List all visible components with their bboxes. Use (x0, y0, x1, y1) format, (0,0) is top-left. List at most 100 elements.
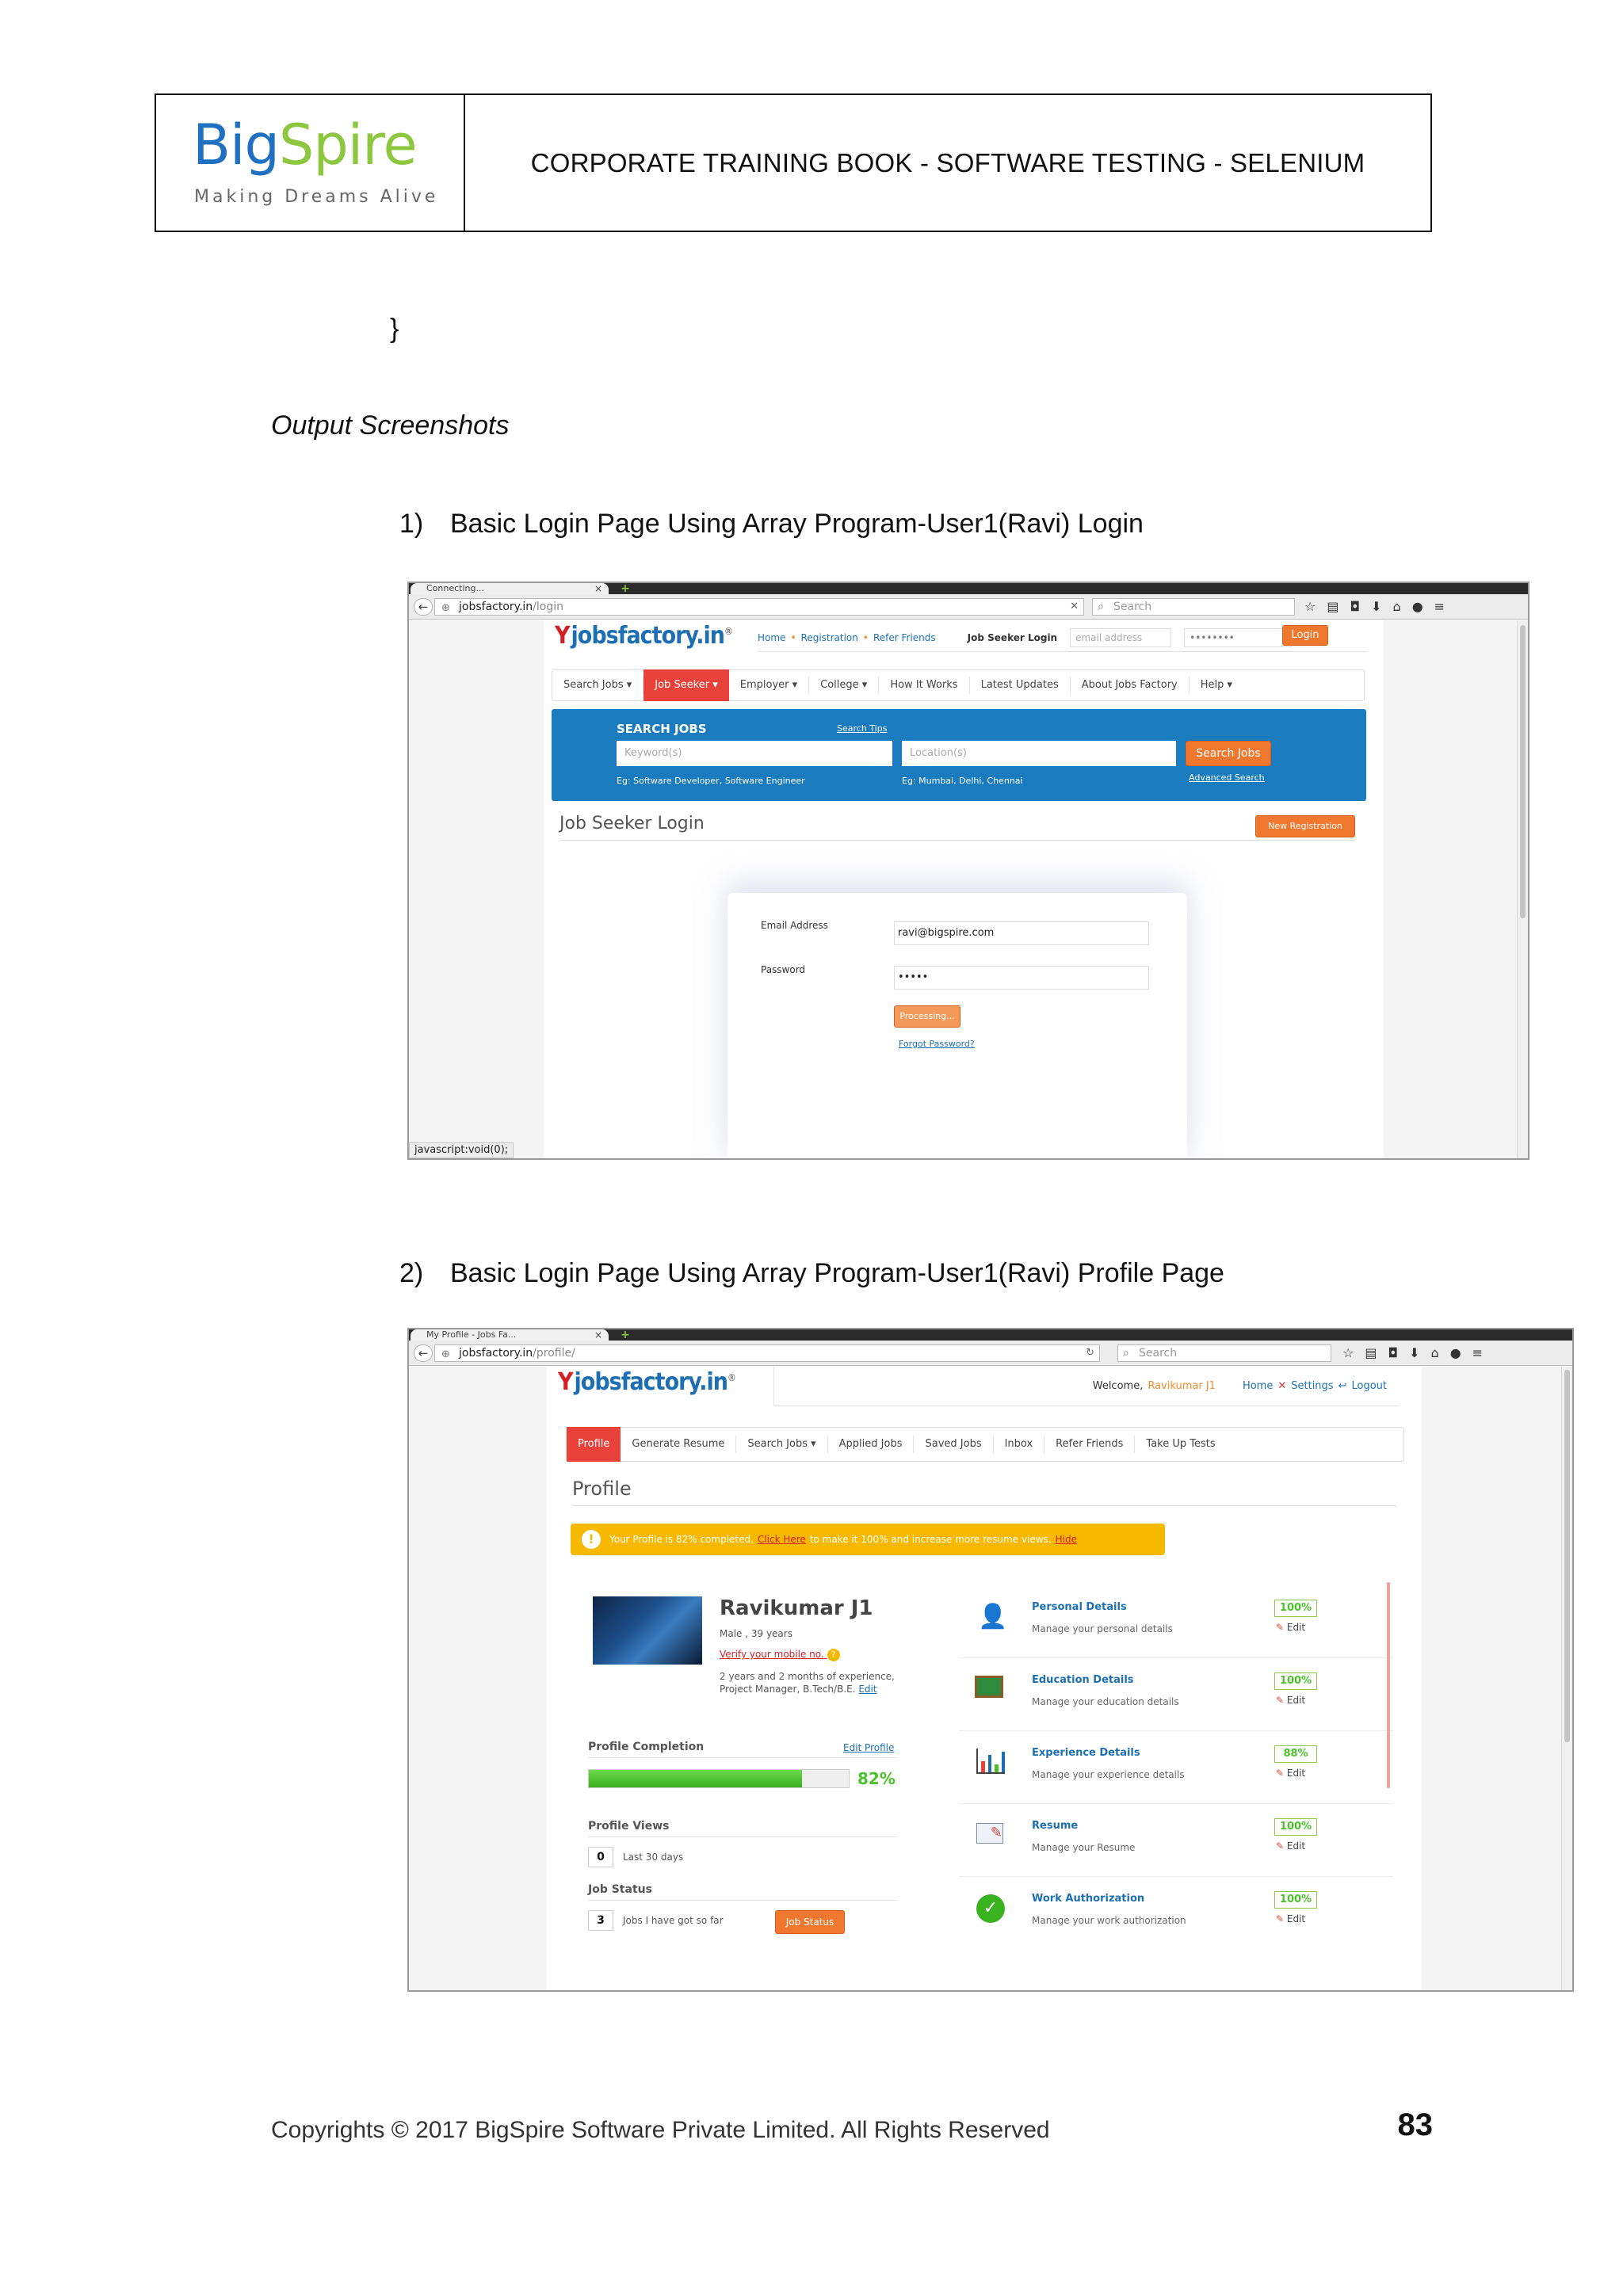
nav-employer[interactable]: Employer ▾ (729, 677, 810, 694)
nav-take-up-tests[interactable]: Take Up Tests (1135, 1436, 1226, 1453)
download-icon[interactable]: ⬇ (1371, 599, 1381, 614)
section-title[interactable]: Resume (1032, 1820, 1078, 1832)
search-tips-link[interactable]: Search Tips (837, 723, 887, 734)
sections-scrollbar[interactable] (1387, 1582, 1390, 1788)
section-edit[interactable]: ✎ Edit (1276, 1695, 1305, 1706)
forgot-password-link[interactable]: Forgot Password? (899, 1039, 975, 1049)
job-status-button[interactable]: Job Status (775, 1910, 845, 1934)
nav-applied-jobs[interactable]: Applied Jobs (828, 1436, 915, 1453)
keyword-hint: Eg: Software Developer, Software Enginee… (617, 776, 805, 786)
help-icon[interactable]: ? (827, 1649, 840, 1661)
link-refer-friends[interactable]: Refer Friends (873, 632, 936, 643)
section-edit[interactable]: ✎ Edit (1276, 1913, 1305, 1924)
tab-close-icon[interactable]: × (594, 583, 602, 594)
menu-icon[interactable]: ≡ (1472, 1345, 1483, 1360)
section-title[interactable]: Personal Details (1032, 1601, 1127, 1613)
stop-icon[interactable]: ✕ (1070, 599, 1079, 615)
link-settings[interactable]: Settings (1291, 1380, 1333, 1392)
nav-inbox[interactable]: Inbox (994, 1436, 1045, 1453)
globe-icon: ⊕ (441, 1348, 450, 1360)
section-edit[interactable]: ✎ Edit (1276, 1768, 1305, 1779)
back-arrow-icon[interactable]: ← (414, 1344, 433, 1362)
bookmark-star-icon[interactable]: ☆ (1342, 1345, 1354, 1360)
scrollbar[interactable] (1561, 1367, 1572, 1990)
scrollbar[interactable] (1517, 620, 1528, 1158)
nav-search-jobs[interactable]: Search Jobs ▾ (736, 1436, 828, 1453)
section-desc: Manage your personal details (1032, 1623, 1173, 1634)
browser-search-input[interactable]: ⌕ Search (1117, 1344, 1331, 1362)
edit-experience-link[interactable]: Edit (858, 1684, 876, 1695)
edit-profile-link[interactable]: Edit Profile (843, 1742, 894, 1753)
clipboard-icon[interactable]: ▤ (1365, 1345, 1377, 1360)
scrollbar-thumb[interactable] (1564, 1370, 1570, 1742)
back-arrow-icon[interactable]: ← (414, 598, 433, 616)
link-registration[interactable]: Registration (801, 632, 858, 643)
jobsfactory-logo[interactable]: Yjobsfactory.in® (555, 622, 733, 650)
link-logout[interactable]: Logout (1351, 1380, 1387, 1392)
section-title[interactable]: Experience Details (1032, 1747, 1140, 1759)
warning-icon: ! (582, 1530, 601, 1549)
clipboard-icon[interactable]: ▤ (1327, 599, 1338, 614)
experience-line-2: Project Manager, B.Tech/B.E. Edit (720, 1684, 877, 1695)
email-input[interactable]: email address (1070, 627, 1172, 647)
tab-close-icon[interactable]: × (594, 1329, 602, 1341)
link-home[interactable]: Home (1243, 1380, 1273, 1392)
nav-college[interactable]: College ▾ (809, 677, 880, 694)
login-email-field[interactable]: ravi@bigspire.com (894, 921, 1149, 945)
nav-generate-resume[interactable]: Generate Resume (621, 1436, 737, 1453)
nav-refer-friends[interactable]: Refer Friends (1044, 1436, 1136, 1453)
reload-icon[interactable]: ↻ (1086, 1345, 1094, 1361)
menu-icon[interactable]: ≡ (1434, 599, 1445, 614)
pocket-icon[interactable]: ◘ (1350, 599, 1360, 614)
home-icon[interactable]: ⌂ (1431, 1345, 1439, 1360)
pencil-icon: ✎ (1276, 1695, 1285, 1706)
section-percent: 100% (1274, 1600, 1317, 1617)
login-button[interactable]: Login (1282, 625, 1328, 646)
nav-how-it-works[interactable]: How It Works (879, 677, 970, 694)
browser-search-input[interactable]: ⌕ Search (1092, 598, 1295, 616)
chat-icon[interactable]: ● (1450, 1345, 1461, 1360)
url-input[interactable]: ⊕ jobsfactory.in/login ✕ (434, 598, 1084, 616)
user-name[interactable]: Ravikumar J1 (1148, 1380, 1216, 1392)
nav-profile[interactable]: Profile (567, 1427, 621, 1462)
home-icon[interactable]: ⌂ (1393, 599, 1401, 614)
pocket-icon[interactable]: ◘ (1388, 1345, 1398, 1360)
nav-saved-jobs[interactable]: Saved Jobs (914, 1436, 994, 1453)
nav-about[interactable]: About Jobs Factory (1071, 677, 1190, 694)
new-registration-button[interactable]: New Registration (1255, 815, 1355, 837)
password-input[interactable]: •••••••• (1184, 627, 1293, 647)
bookmark-star-icon[interactable]: ☆ (1304, 599, 1316, 614)
section-edit[interactable]: ✎ Edit (1276, 1840, 1305, 1852)
chat-icon[interactable]: ● (1412, 599, 1423, 614)
experience-line-1: 2 years and 2 months of experience, (720, 1671, 895, 1682)
profile-photo[interactable] (593, 1596, 702, 1665)
profile-name: Ravikumar J1 (720, 1596, 873, 1620)
new-tab-icon[interactable]: + (617, 583, 634, 594)
location-input[interactable]: Location(s) (902, 741, 1176, 766)
processing-button[interactable]: Processing... (894, 1005, 960, 1028)
page-heading: Profile (572, 1478, 1396, 1506)
search-jobs-button[interactable]: Search Jobs (1186, 741, 1271, 766)
section-title[interactable]: Education Details (1032, 1674, 1134, 1686)
scrollbar-thumb[interactable] (1520, 625, 1526, 918)
login-password-field[interactable]: ••••• (894, 966, 1149, 990)
address-bar: ← ⊕ jobsfactory.in/login ✕ ⌕ Search ☆ ▤ ◘ ⬇… (409, 594, 1528, 620)
nav-help[interactable]: Help ▾ (1190, 677, 1243, 694)
browser-tab[interactable]: My Profile - Jobs Fa... × (411, 1329, 609, 1341)
jobsfactory-logo[interactable]: Yjobsfactory.in® (558, 1368, 736, 1396)
nav-search-jobs[interactable]: Search Jobs ▾ (552, 677, 644, 694)
verify-mobile-link[interactable]: Verify your mobile no. ? (720, 1649, 840, 1661)
keyword-input[interactable]: Keyword(s) (617, 741, 892, 766)
browser-tab[interactable]: Connecting... × (411, 583, 609, 594)
click-here-link[interactable]: Click Here (758, 1534, 806, 1545)
new-tab-icon[interactable]: + (617, 1329, 634, 1341)
nav-latest-updates[interactable]: Latest Updates (970, 677, 1071, 694)
section-title[interactable]: Work Authorization (1032, 1893, 1144, 1905)
advanced-search-link[interactable]: Advanced Search (1189, 772, 1265, 783)
download-icon[interactable]: ⬇ (1409, 1345, 1419, 1360)
section-edit[interactable]: ✎ Edit (1276, 1622, 1305, 1633)
hide-link[interactable]: Hide (1056, 1534, 1077, 1545)
link-home[interactable]: Home (758, 632, 785, 643)
url-input[interactable]: ⊕ jobsfactory.in/profile/↻ (434, 1344, 1100, 1362)
nav-job-seeker[interactable]: Job Seeker ▾ (643, 669, 729, 701)
